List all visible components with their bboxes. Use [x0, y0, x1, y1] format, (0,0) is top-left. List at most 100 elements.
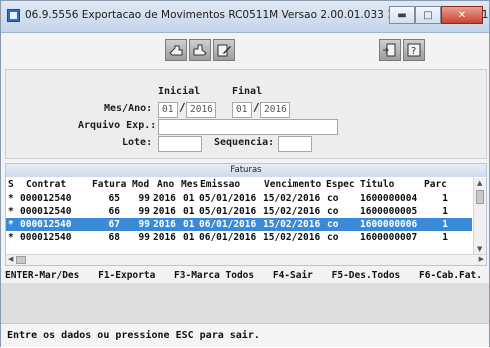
fkey-f6[interactable]: F6-Cab.Fat. [419, 270, 482, 281]
cell-titulo: 1600000006 [360, 219, 418, 230]
cell-parc: 1 [442, 206, 448, 217]
lote-label: Lote: [122, 137, 153, 148]
scroll-thumb[interactable] [476, 190, 484, 204]
cell-parc: 1 [442, 232, 448, 243]
table-row[interactable]: * 000012540 68 99 2016 01 06/01/2016 15/… [6, 231, 472, 244]
faturas-grid: Faturas S Contrat Fatura Mod Ano Mes Emi… [5, 163, 487, 266]
cell-mod: 99 [138, 219, 150, 230]
vertical-scrollbar[interactable]: ▲ ▼ [473, 178, 486, 254]
cell-fatura: 68 [108, 232, 120, 243]
cell-espec: co [327, 232, 339, 243]
cell-mes: 01 [183, 219, 195, 230]
maximize-button[interactable]: □ [415, 6, 441, 24]
cell-vencimento: 15/02/2016 [263, 206, 321, 217]
col-header-vencimento[interactable]: Vencimento [264, 178, 321, 191]
empty-panel [1, 283, 489, 323]
cell-s: * [8, 206, 14, 217]
title-bar: 06.9.5556 Exportacao de Movimentos RC051… [1, 1, 489, 33]
date-separator: / [179, 101, 186, 114]
scroll-left-icon[interactable]: ◀ [8, 255, 13, 263]
col-header-s[interactable]: S [8, 178, 14, 191]
close-button[interactable]: ✕ [441, 6, 483, 24]
arquivo-label: Arquivo Exp.: [78, 120, 157, 131]
edit-icon[interactable] [213, 39, 235, 61]
col-header-mes[interactable]: Mes [181, 178, 198, 191]
table-row[interactable]: * 000012540 65 99 2016 01 05/01/2016 15/… [6, 192, 472, 205]
cell-emissao: 06/01/2016 [199, 219, 257, 230]
cell-mes: 01 [183, 206, 195, 217]
hand-left-icon[interactable] [165, 39, 187, 61]
mes-ano-label: Mes/Ano: [104, 103, 153, 114]
col-header-mod[interactable]: Mod [132, 178, 149, 191]
function-key-bar: ENTER-Mar/Des F1-Exporta F3-Marca Todos … [5, 269, 487, 283]
fkey-enter[interactable]: ENTER-Mar/Des [5, 270, 79, 281]
cell-ano: 2016 [153, 193, 176, 204]
cell-emissao: 05/01/2016 [199, 206, 257, 217]
exit-door-icon[interactable] [379, 39, 401, 61]
help-icon[interactable]: ? [403, 39, 425, 61]
cell-mes: 01 [183, 193, 195, 204]
cell-titulo: 1600000005 [360, 206, 418, 217]
app-window: 06.9.5556 Exportacao de Movimentos RC051… [0, 0, 490, 347]
col-header-contrat[interactable]: Contrat [26, 178, 66, 191]
col-final-label: Final [232, 86, 263, 97]
cell-ano: 2016 [153, 206, 176, 217]
window-controls: ▬ □ ✕ [389, 6, 483, 24]
ano-inicial-field[interactable]: 2016 [186, 102, 216, 118]
cell-ano: 2016 [153, 219, 176, 230]
cell-espec: co [327, 206, 339, 217]
cell-mes: 01 [183, 232, 195, 243]
svg-text:?: ? [411, 46, 416, 57]
col-header-ano[interactable]: Ano [157, 178, 174, 191]
minimize-button[interactable]: ▬ [389, 6, 415, 24]
lote-field[interactable] [158, 136, 202, 152]
mes-final-field[interactable]: 01 [232, 102, 252, 118]
col-header-espec[interactable]: Espec [326, 178, 355, 191]
ano-final-field[interactable]: 2016 [260, 102, 290, 118]
cell-mod: 99 [138, 232, 150, 243]
cell-contrat: 000012540 [20, 232, 72, 243]
cell-contrat: 000012540 [20, 193, 72, 204]
cell-ano: 2016 [153, 232, 176, 243]
cell-fatura: 67 [108, 219, 120, 230]
scroll-right-icon[interactable]: ▶ [479, 255, 484, 263]
col-header-fatura[interactable]: Fatura [92, 178, 126, 191]
table-row[interactable]: * 000012540 66 99 2016 01 05/01/2016 15/… [6, 205, 472, 218]
scroll-up-icon[interactable]: ▲ [477, 179, 482, 187]
cell-parc: 1 [442, 193, 448, 204]
cell-mod: 99 [138, 193, 150, 204]
app-icon [7, 9, 20, 22]
col-inicial-label: Inicial [158, 86, 201, 97]
cell-fatura: 65 [108, 193, 120, 204]
col-header-emissao[interactable]: Emissao [200, 178, 240, 191]
scroll-down-icon[interactable]: ▼ [477, 245, 482, 253]
fkey-f4[interactable]: F4-Sair [273, 270, 313, 281]
sequencia-label: Sequencia: [214, 137, 275, 148]
col-header-titulo[interactable]: Titulo [360, 178, 394, 191]
cell-espec: co [327, 219, 339, 230]
col-header-parc[interactable]: Parc [424, 178, 447, 191]
sequencia-field[interactable] [278, 136, 312, 152]
cell-fatura: 66 [108, 206, 120, 217]
cell-titulo: 1600000007 [360, 232, 418, 243]
cell-contrat: 000012540 [20, 206, 72, 217]
cell-vencimento: 15/02/2016 [263, 232, 321, 243]
arquivo-field[interactable] [158, 119, 338, 135]
cell-s: * [8, 193, 14, 204]
date-separator: / [253, 101, 260, 114]
filter-form: Inicial Final Mes/Ano: 01 / 2016 01 / 20… [5, 69, 487, 159]
cell-s: * [8, 219, 14, 230]
scroll-thumb[interactable] [16, 256, 26, 264]
fkey-f5[interactable]: F5-Des.Todos [332, 270, 401, 281]
mes-inicial-field[interactable]: 01 [158, 102, 178, 118]
grid-caption: Faturas [6, 164, 486, 177]
hand-right-icon[interactable] [189, 39, 211, 61]
fkey-f1[interactable]: F1-Exporta [98, 270, 155, 281]
cell-vencimento: 15/02/2016 [263, 219, 321, 230]
fkey-f3[interactable]: F3-Marca Todos [174, 270, 254, 281]
cell-emissao: 05/01/2016 [199, 193, 257, 204]
horizontal-scrollbar[interactable]: ◀ ▶ [6, 254, 486, 265]
cell-vencimento: 15/02/2016 [263, 193, 321, 204]
status-bar: Entre os dados ou pressione ESC para sai… [1, 323, 489, 347]
table-row-selected[interactable]: * 000012540 67 99 2016 01 06/01/2016 15/… [6, 218, 472, 231]
